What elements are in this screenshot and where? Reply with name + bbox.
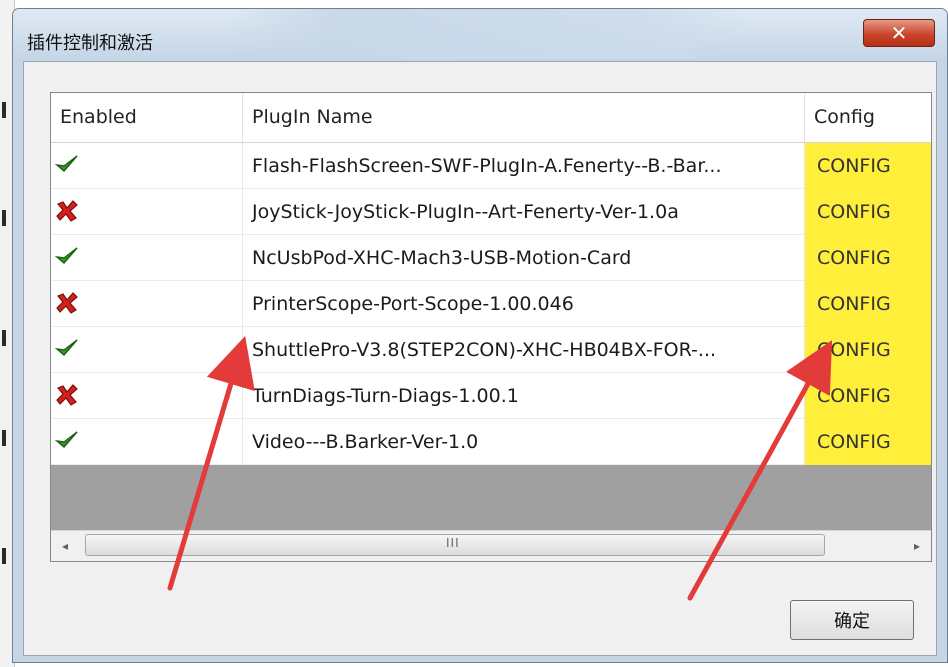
enabled-cell[interactable] [51, 189, 243, 235]
list-header: Enabled PlugIn Name Config [51, 93, 931, 143]
green-check-icon [55, 431, 78, 448]
close-icon: ✕ [890, 21, 908, 45]
title-bar[interactable]: 插件控制和激活 ✕ [13, 9, 947, 61]
plugin-control-dialog: 插件控制和激活 ✕ Enabled PlugIn Name Config Fla… [12, 8, 948, 663]
table-row[interactable]: NcUsbPod-XHC-Mach3-USB-Motion-Card CONFI… [51, 235, 931, 281]
background-mark [2, 430, 6, 446]
title-bar-glass [227, 9, 747, 59]
enabled-cell[interactable] [51, 143, 243, 189]
background-mark [2, 102, 6, 118]
scroll-left-icon[interactable]: ◂ [51, 531, 79, 561]
scroll-thumb[interactable]: III [85, 534, 825, 556]
table-row[interactable]: JoyStick-JoyStick-PlugIn--Art-Fenerty-Ve… [51, 189, 931, 235]
config-cell[interactable]: CONFIG [805, 281, 931, 327]
plugin-name-cell: JoyStick-JoyStick-PlugIn--Art-Fenerty-Ve… [243, 189, 805, 235]
column-header-plugin-name[interactable]: PlugIn Name [243, 93, 805, 142]
green-check-icon [55, 247, 78, 264]
green-check-icon [55, 155, 78, 172]
enabled-cell[interactable] [51, 419, 243, 465]
ok-button[interactable]: 确定 [790, 600, 914, 640]
background-mark [2, 330, 6, 346]
plugin-name-cell: PrinterScope-Port-Scope-1.00.046 [243, 281, 805, 327]
column-header-config[interactable]: Config [805, 93, 931, 142]
plugin-name-cell: Flash-FlashScreen-SWF-PlugIn-A.Fenerty--… [243, 143, 805, 189]
config-cell[interactable]: CONFIG [805, 373, 931, 419]
scroll-right-icon[interactable]: ▸ [903, 531, 931, 561]
config-cell[interactable]: CONFIG [805, 419, 931, 465]
config-cell[interactable]: CONFIG [805, 189, 931, 235]
plugin-name-cell: TurnDiags-Turn-Diags-1.00.1 [243, 373, 805, 419]
scroll-grip-icon: III [446, 536, 460, 550]
table-row[interactable]: PrinterScope-Port-Scope-1.00.046 CONFIG [51, 281, 931, 327]
config-cell[interactable]: CONFIG [805, 327, 931, 373]
enabled-cell[interactable] [51, 235, 243, 281]
table-row[interactable]: Flash-FlashScreen-SWF-PlugIn-A.Fenerty--… [51, 143, 931, 189]
horizontal-scrollbar[interactable]: ◂ III ▸ [51, 530, 931, 561]
red-x-icon [56, 292, 78, 314]
table-row[interactable]: ShuttlePro-V3.8(STEP2CON)-XHC-HB04BX-FOR… [51, 327, 931, 373]
list-rows: Flash-FlashScreen-SWF-PlugIn-A.Fenerty--… [51, 143, 931, 465]
green-check-icon [55, 339, 78, 356]
table-row[interactable]: Video---B.Barker-Ver-1.0 CONFIG [51, 419, 931, 465]
table-row[interactable]: TurnDiags-Turn-Diags-1.00.1 CONFIG [51, 373, 931, 419]
dialog-title: 插件控制和激活 [27, 33, 153, 54]
background-mark [2, 548, 6, 564]
column-header-enabled[interactable]: Enabled [51, 93, 243, 142]
enabled-cell[interactable] [51, 281, 243, 327]
config-cell[interactable]: CONFIG [805, 235, 931, 281]
plugin-name-cell: Video---B.Barker-Ver-1.0 [243, 419, 805, 465]
enabled-cell[interactable] [51, 373, 243, 419]
red-x-icon [56, 384, 78, 406]
dialog-client-area: Enabled PlugIn Name Config Flash-FlashSc… [23, 61, 937, 656]
enabled-cell[interactable] [51, 327, 243, 373]
plugin-name-cell: NcUsbPod-XHC-Mach3-USB-Motion-Card [243, 235, 805, 281]
background-mark [2, 210, 6, 226]
plugin-list-view[interactable]: Enabled PlugIn Name Config Flash-FlashSc… [50, 92, 932, 562]
plugin-name-cell: ShuttlePro-V3.8(STEP2CON)-XHC-HB04BX-FOR… [243, 327, 805, 373]
config-cell[interactable]: CONFIG [805, 143, 931, 189]
red-x-icon [56, 200, 78, 222]
close-button[interactable]: ✕ [863, 19, 935, 47]
